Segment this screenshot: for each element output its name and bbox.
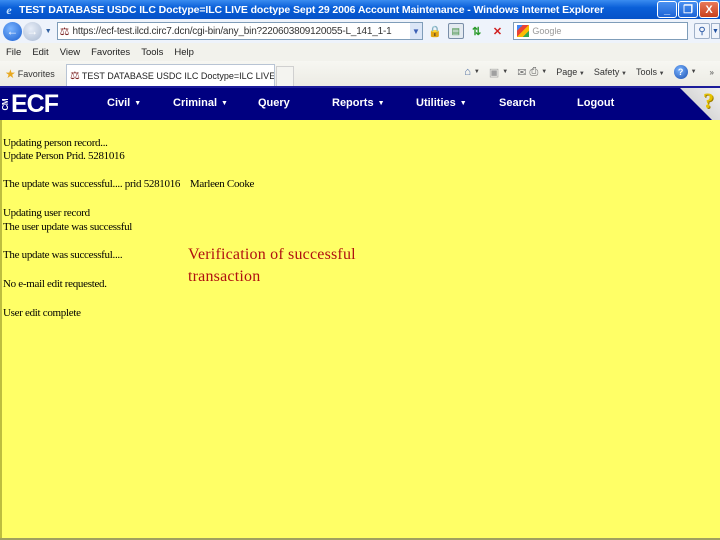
minimize-button[interactable]: _	[657, 1, 677, 18]
search-placeholder: Google	[532, 26, 562, 36]
compatibility-view-icon[interactable]: ▤	[447, 23, 464, 39]
callout-line: Verification of successful	[188, 246, 356, 263]
nav-civil-label: Civil	[107, 97, 131, 109]
back-button[interactable]: ←	[3, 21, 22, 41]
address-dropdown-icon[interactable]: ▼	[409, 23, 422, 39]
help-button[interactable]: ?	[678, 88, 720, 120]
cmecf-logo[interactable]: CM ECF	[1, 90, 59, 119]
nav-search[interactable]: Search	[499, 97, 536, 109]
ecf-navigation-bar: CM ECF Civil ▼ Criminal ▼ Query Reports ▼ U…	[0, 86, 720, 120]
new-tab-button[interactable]	[276, 66, 294, 86]
feeds-icon[interactable]: ▣	[489, 66, 499, 79]
chevron-down-icon: ▼	[459, 100, 467, 107]
window-title: TEST DATABASE USDC ILC Doctype=ILC LIVE …	[19, 3, 604, 16]
status-line: The update was successful....	[3, 249, 123, 261]
chevron-down-icon: ▼	[377, 100, 385, 107]
address-input[interactable]: ⚖ https://ecf-test.ilcd.circ7.dcn/cgi-bi…	[56, 22, 423, 40]
menu-bar: File Edit View Favorites Tools Help	[0, 43, 720, 61]
status-line: Updating person record...	[3, 137, 108, 149]
window-title-bar: e TEST DATABASE USDC ILC Doctype=ILC LIV…	[0, 0, 720, 19]
chevron-down-icon: ▼	[577, 71, 585, 77]
google-icon	[517, 25, 530, 37]
chevron-down-icon: ▼	[221, 100, 228, 107]
status-line: User edit complete	[3, 307, 81, 319]
nav-logout[interactable]: Logout	[577, 97, 614, 109]
site-favicon-icon: ⚖	[70, 70, 80, 82]
stop-icon[interactable]: ✕	[490, 23, 506, 39]
status-line: Updating user record	[3, 207, 90, 219]
menu-edit[interactable]: Edit	[32, 47, 48, 58]
status-line: The update was successful.... prid 52810…	[3, 178, 255, 190]
menu-view[interactable]: View	[60, 47, 80, 58]
nav-criminal-label: Criminal	[173, 97, 218, 109]
nav-logout-label: Logout	[577, 97, 615, 109]
search-input[interactable]: Google	[513, 22, 689, 40]
arrow-right-icon: →	[26, 24, 39, 38]
page-menu-label: Page	[556, 67, 578, 77]
help-icon[interactable]: ?	[673, 65, 688, 79]
safety-menu-button[interactable]: Safety ▼	[594, 67, 633, 77]
callout-line: transaction	[188, 268, 261, 285]
arrow-left-icon: ←	[6, 24, 19, 38]
chevron-down-icon: ▼	[656, 71, 665, 77]
refresh-icon[interactable]: ⇅	[469, 23, 485, 39]
browser-tab[interactable]: ⚖ TEST DATABASE USDC ILC Doctype=ILC LIV…	[66, 64, 275, 86]
chevron-down-icon: ▼	[134, 100, 142, 107]
nav-reports-label: Reports	[332, 97, 374, 109]
search-options-dropdown-icon[interactable]: ▼	[711, 23, 720, 39]
favorites-star-icon[interactable]: ★	[5, 67, 16, 81]
history-dropdown-icon[interactable]: ▼	[45, 28, 52, 35]
favorites-bar: ★ Favorites ⚖ TEST DATABASE USDC ILC Doc…	[0, 61, 720, 86]
menu-favorites[interactable]: Favorites	[91, 47, 130, 58]
lock-icon[interactable]: 🔒	[427, 23, 443, 39]
site-favicon-icon: ⚖	[59, 25, 70, 38]
menu-file[interactable]: File	[6, 47, 21, 58]
nav-utilities-label: Utilities	[416, 97, 456, 109]
logo-ecf: ECF	[11, 90, 59, 118]
mail-icon[interactable]: ✉	[517, 66, 526, 79]
status-line: Update Person Prid. 5281016	[3, 150, 125, 162]
page-curl-decoration	[680, 88, 720, 120]
nav-query-label: Query	[258, 97, 290, 109]
status-line: The user update was successful	[3, 221, 133, 233]
home-icon[interactable]: ⌂	[464, 66, 471, 78]
search-icon[interactable]: ⚲	[694, 23, 710, 39]
more-chevron-icon[interactable]: »	[710, 68, 714, 77]
nav-criminal[interactable]: Criminal ▼	[173, 97, 228, 109]
print-dropdown-icon[interactable]: ▼	[541, 69, 547, 75]
menu-help[interactable]: Help	[174, 47, 194, 58]
chevron-down-icon: ▼	[619, 71, 627, 77]
url-text: https://ecf-test.ilcd.circ7.dcn/cgi-bin/…	[72, 25, 392, 37]
menu-tools[interactable]: Tools	[141, 47, 163, 58]
print-icon[interactable]: ⎙	[529, 66, 538, 79]
forward-button[interactable]: →	[22, 21, 42, 41]
feeds-dropdown-icon[interactable]: ▼	[502, 69, 508, 75]
tools-menu-label: Tools	[635, 67, 657, 77]
page-menu-button[interactable]: Page ▼	[556, 67, 591, 77]
ie-logo-icon: e	[6, 2, 12, 17]
tab-title: TEST DATABASE USDC ILC Doctype=ILC LIVE …	[81, 70, 275, 81]
nav-query[interactable]: Query	[258, 97, 290, 109]
status-line: No e-mail edit requested.	[3, 278, 107, 290]
safety-menu-label: Safety	[593, 67, 620, 77]
nav-utilities[interactable]: Utilities ▼	[416, 97, 467, 109]
home-dropdown-icon[interactable]: ▼	[474, 69, 480, 75]
logo-cm: CM	[1, 98, 10, 111]
tools-menu-button[interactable]: Tools ▼	[636, 67, 671, 77]
restore-button[interactable]: ❐	[678, 1, 698, 18]
command-bar: ⌂ ▼ ▣ ▼ ✉ ⎙ ▼ Page ▼ Safety ▼ Tools ▼ ? …	[464, 65, 714, 79]
address-toolbar: ← → ▼ ⚖ https://ecf-test.ilcd.circ7.dcn/…	[0, 19, 720, 43]
nav-search-label: Search	[499, 97, 536, 109]
nav-civil[interactable]: Civil ▼	[107, 97, 141, 109]
help-dropdown-icon[interactable]: ▼	[691, 69, 697, 75]
nav-reports[interactable]: Reports ▼	[332, 97, 385, 109]
close-button[interactable]: X	[699, 1, 719, 18]
verification-callout: Verification of successful transaction	[188, 244, 356, 288]
question-mark-icon: ?	[703, 88, 714, 113]
content-area: Updating person record... Update Person …	[0, 120, 720, 540]
favorites-button[interactable]: Favorites	[18, 69, 55, 79]
